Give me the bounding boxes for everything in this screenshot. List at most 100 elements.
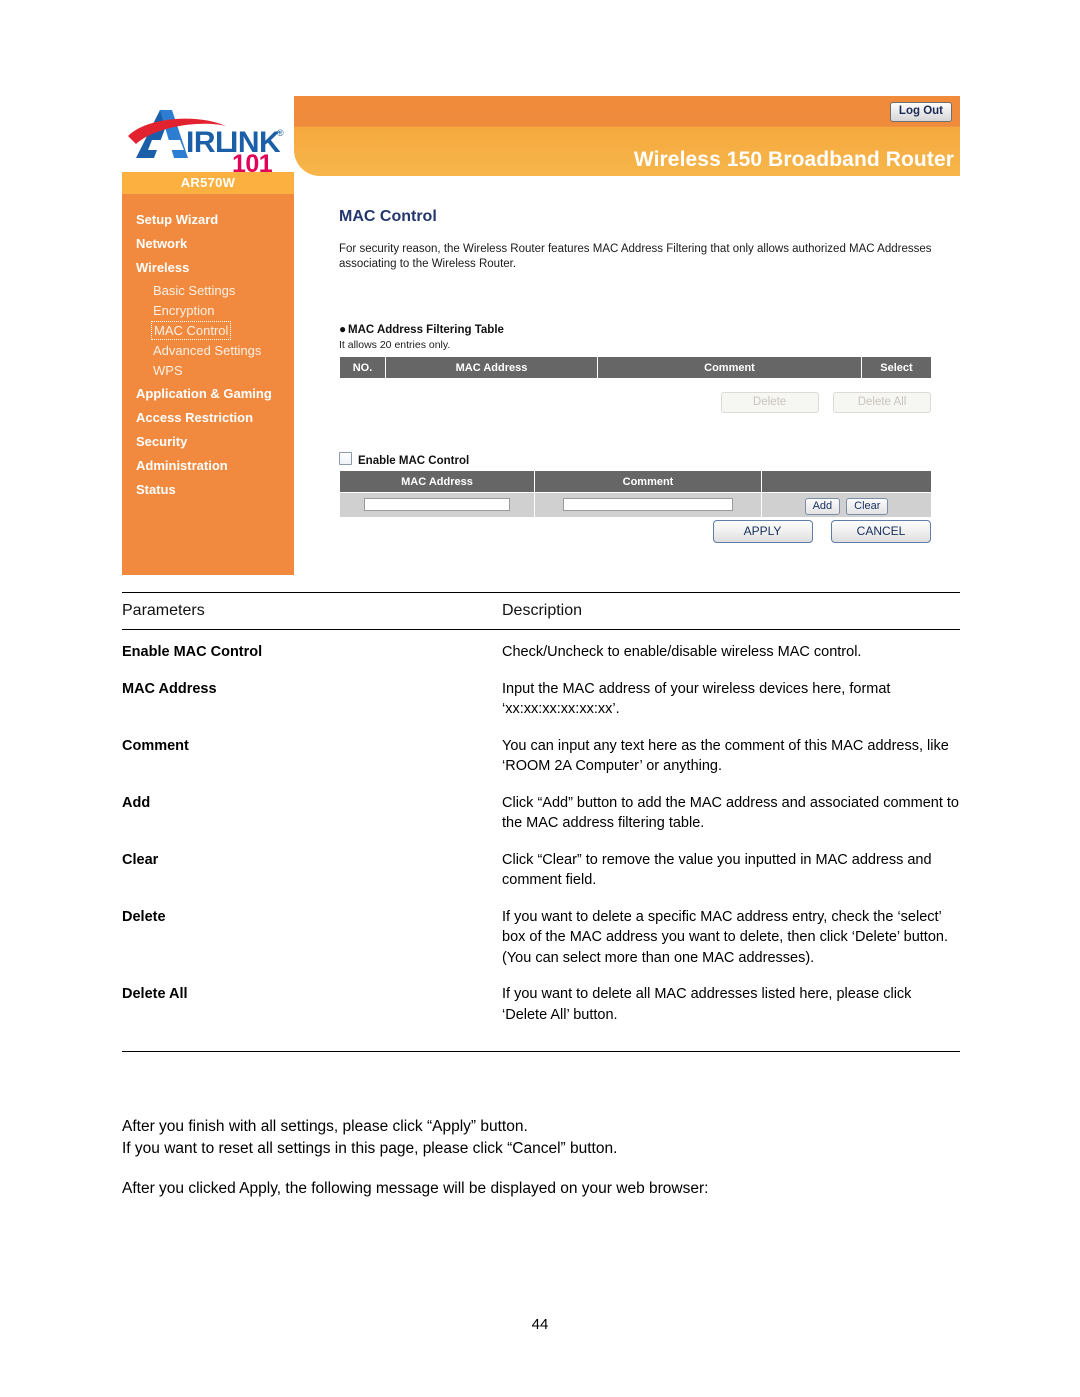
doc-header-row: Parameters Description — [122, 593, 960, 629]
apply-button[interactable]: APPLY — [712, 520, 813, 543]
sidebar-item-label: Basic Settings — [153, 282, 236, 298]
doc-parameter: Delete — [122, 908, 166, 925]
sidebar-item-label: Application & Gaming — [136, 385, 272, 401]
doc-parameter: Clear — [122, 851, 159, 868]
mac-address-input[interactable] — [364, 498, 510, 512]
doc-description: If you want to delete all MAC addresses … — [502, 986, 912, 1023]
doc-row: Delete All If you want to delete all MAC … — [122, 984, 960, 1025]
mac-input-cell — [339, 492, 535, 518]
entry-col-actions — [761, 470, 932, 493]
col-comment: Comment — [597, 356, 862, 379]
delete-all-button[interactable]: Delete All — [833, 392, 931, 413]
cancel-button[interactable]: CANCEL — [831, 520, 931, 543]
note-spacer — [122, 1160, 972, 1178]
note-line-3: After you clicked Apply, the following m… — [122, 1180, 709, 1197]
col-no: NO. — [339, 356, 386, 379]
entries-note: It allows 20 entries only. — [339, 339, 451, 351]
doc-row: Add Click “Add” button to add the MAC add… — [122, 793, 960, 834]
sidebar-item-label: Access Restriction — [136, 409, 254, 425]
sidebar-item-label: Administration — [136, 458, 228, 474]
sidebar-item-label: Security — [136, 434, 188, 450]
sidebar-item-label: Wireless — [136, 260, 190, 276]
mac-entry-table: MAC Address Comment Add Clear — [339, 470, 932, 518]
page-description: For security reason, the Wireless Router… — [339, 243, 932, 270]
entry-input-row: Add Clear — [339, 492, 932, 518]
entry-col-mac-address: MAC Address — [339, 470, 535, 493]
entry-header-row: MAC Address Comment — [339, 470, 932, 493]
app-header-band: Log Out Wireless 150 Broadband Router — [294, 96, 960, 176]
doc-row: Comment You can input any text here as th… — [122, 736, 960, 777]
doc-parameter: Delete All — [122, 986, 188, 1002]
sidebar-item-label: WPS — [153, 363, 183, 379]
sidebar-item-security[interactable]: Security — [122, 430, 294, 454]
doc-parameter: Enable MAC Control — [122, 644, 263, 660]
content-pane: MAC Control For security reason, the Wir… — [294, 194, 960, 575]
airlink-logo: IRL INK ® 101 — [122, 100, 294, 176]
doc-row: MAC Address Input the MAC address of your… — [122, 679, 960, 720]
sidebar-item-administration[interactable]: Administration — [122, 454, 294, 478]
doc-description: If you want to delete a specific MAC add… — [502, 908, 948, 966]
sidebar-item-label: Setup Wizard — [136, 212, 219, 227]
enable-mac-control-row[interactable]: Enable MAC Control — [339, 452, 469, 467]
sidebar-item-network[interactable]: Network — [122, 232, 294, 256]
sidebar-item-label: Encryption — [153, 302, 215, 318]
add-button[interactable]: Add — [804, 497, 841, 515]
doc-description: You can input any text here as the comme… — [502, 737, 949, 775]
col-select: Select — [861, 356, 932, 379]
section-heading: ● MAC Address Filtering Table — [339, 322, 504, 336]
col-mac-address: MAC Address — [385, 356, 598, 379]
sidebar-item-encryption[interactable]: Encryption — [122, 301, 294, 321]
note-line-1: After you finish with all settings, plea… — [122, 1118, 528, 1135]
sidebar-item-label: Network — [136, 236, 188, 252]
router-admin-screenshot: IRL INK ® 101 Log Out Wireless 150 Broad… — [122, 96, 960, 576]
doc-parameter: Add — [122, 794, 151, 811]
page-title: MAC Control — [339, 208, 437, 225]
page-number: 44 — [531, 1316, 549, 1333]
doc-body: Enable MAC Control Check/Uncheck to enabl… — [122, 630, 960, 1051]
logout-button[interactable]: Log Out — [889, 102, 952, 122]
clear-button[interactable]: Clear — [846, 497, 889, 515]
note-line-2: If you want to reset all settings in thi… — [122, 1140, 618, 1157]
sidebar-item-access-restriction[interactable]: Access Restriction — [122, 406, 294, 430]
divider-bottom — [122, 1051, 960, 1052]
sidebar-item-label: Status — [136, 482, 176, 498]
model-label: AR570W — [122, 172, 294, 194]
entry-col-comment: Comment — [534, 470, 762, 493]
doc-description: Click “Add” button to add the MAC addres… — [502, 794, 959, 832]
table-header-row: NO. MAC Address Comment Select — [339, 356, 932, 379]
doc-row: Enable MAC Control Check/Uncheck to enabl… — [122, 642, 960, 663]
sidebar-item-wireless[interactable]: Wireless — [122, 256, 294, 280]
sidebar-item-application-gaming[interactable]: Application & Gaming — [122, 382, 294, 406]
doc-row: Delete If you want to delete a specific M… — [122, 907, 960, 969]
doc-col-description: Description — [502, 602, 583, 619]
doc-parameter: Comment — [122, 737, 189, 754]
comment-input[interactable] — [562, 498, 734, 512]
doc-parameter: MAC Address — [122, 680, 217, 697]
doc-description: Check/Uncheck to enable/disable wireless… — [502, 644, 862, 660]
sidebar-item-status[interactable]: Status — [122, 478, 294, 502]
doc-row: Clear Click “Clear” to remove the value y… — [122, 850, 960, 891]
form-actions: APPLY CANCEL — [339, 520, 931, 543]
bullet-icon: ● — [339, 322, 347, 336]
sidebar-item-setup-wizard[interactable]: Setup Wizard — [122, 208, 294, 232]
svg-text:®: ® — [277, 128, 284, 138]
app-title: Wireless 150 Broadband Router — [633, 148, 954, 171]
mac-filtering-table: NO. MAC Address Comment Select — [339, 356, 932, 379]
sidebar-item-basic-settings[interactable]: Basic Settings — [122, 281, 294, 301]
sidebar-item-mac-control[interactable]: MAC Control — [122, 321, 294, 341]
doc-col-parameters: Parameters — [122, 602, 205, 619]
entry-actions-cell: Add Clear — [761, 492, 932, 518]
doc-description: Click “Clear” to remove the value you in… — [502, 851, 932, 889]
enable-mac-control-label: Enable MAC Control — [358, 455, 470, 467]
doc-description: Input the MAC address of your wireless d… — [502, 680, 891, 718]
sidebar-item-advanced-settings[interactable]: Advanced Settings — [122, 341, 294, 361]
parameters-description-table: Parameters Description Enable MAC Contro… — [122, 592, 960, 1052]
comment-input-cell — [534, 492, 762, 518]
delete-button[interactable]: Delete — [720, 392, 819, 413]
footer-notes: After you finish with all settings, plea… — [122, 1116, 972, 1200]
enable-mac-control-checkbox[interactable] — [339, 452, 352, 465]
delete-actions: Delete Delete All — [339, 392, 931, 413]
sidebar-item-label: MAC Control — [150, 321, 232, 341]
sidebar-item-wps[interactable]: WPS — [122, 361, 294, 381]
sidebar-nav: Setup Wizard Network Wireless Basic Setting… — [122, 194, 294, 575]
